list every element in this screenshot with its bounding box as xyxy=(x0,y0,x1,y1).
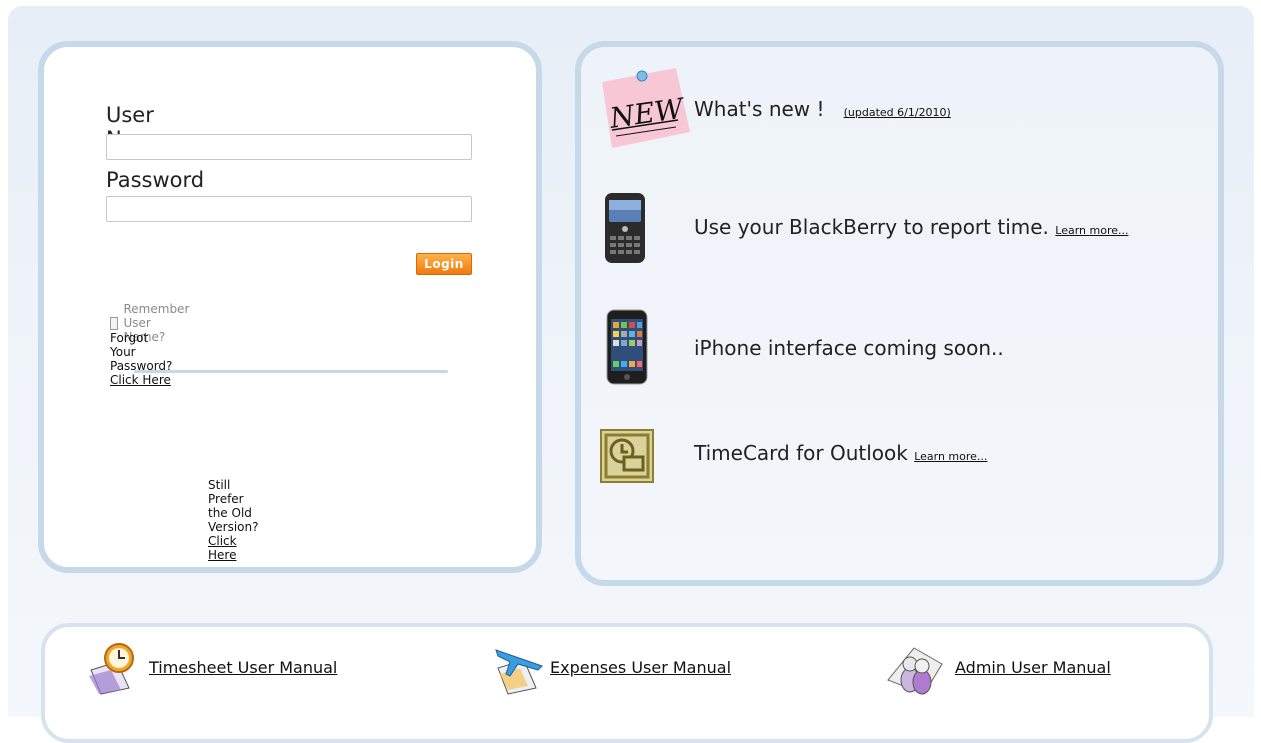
whats-new-row: What's new ! (updated 6/1/2010) xyxy=(694,97,951,121)
outlook-row: TimeCard for Outlook Learn more... xyxy=(694,441,987,465)
login-button[interactable]: Login xyxy=(416,253,472,275)
outlook-icon xyxy=(600,429,654,483)
new-sticky-note-icon: NEW xyxy=(602,68,690,148)
blackberry-phone-icon xyxy=(605,193,645,263)
timesheet-manual-link[interactable]: Timesheet User Manual xyxy=(149,658,337,677)
admin-manual-link[interactable]: Admin User Manual xyxy=(955,658,1111,677)
old-version-text: Still Prefer the Old Version? xyxy=(208,478,259,534)
blackberry-learn-more-link[interactable]: Learn more... xyxy=(1055,224,1128,237)
user-name-input[interactable] xyxy=(106,134,472,160)
manuals-panel xyxy=(41,623,1213,743)
forgot-password-link[interactable]: Click Here xyxy=(110,373,171,387)
outlook-text: TimeCard for Outlook xyxy=(694,441,908,465)
expenses-manual-link[interactable]: Expenses User Manual xyxy=(550,658,731,677)
blackberry-text: Use your BlackBerry to report time. xyxy=(694,215,1049,239)
iphone-text: iPhone interface coming soon.. xyxy=(694,336,1004,360)
old-version-row: Still Prefer the Old Version? Click Here xyxy=(208,478,259,562)
whats-new-text: What's new ! xyxy=(694,97,825,121)
outlook-learn-more-link[interactable]: Learn more... xyxy=(914,450,987,463)
whats-new-updated-link[interactable]: (updated 6/1/2010) xyxy=(844,106,951,119)
forgot-password-text: Forgot Your Password? xyxy=(110,331,173,373)
iphone-row: iPhone interface coming soon.. xyxy=(694,336,1004,360)
iphone-icon xyxy=(606,309,648,385)
blackberry-row: Use your BlackBerry to report time. Lear… xyxy=(694,215,1129,239)
airplane-icon xyxy=(495,649,543,695)
forgot-password-row: Forgot Your Password? Click Here xyxy=(110,331,172,387)
password-input[interactable] xyxy=(106,196,472,222)
old-version-link[interactable]: Click Here xyxy=(208,534,237,562)
admin-users-icon xyxy=(887,647,943,695)
password-label: Password xyxy=(106,168,205,192)
remember-user-checkbox[interactable] xyxy=(110,316,118,330)
clock-icon xyxy=(89,643,134,695)
divider xyxy=(134,370,448,373)
